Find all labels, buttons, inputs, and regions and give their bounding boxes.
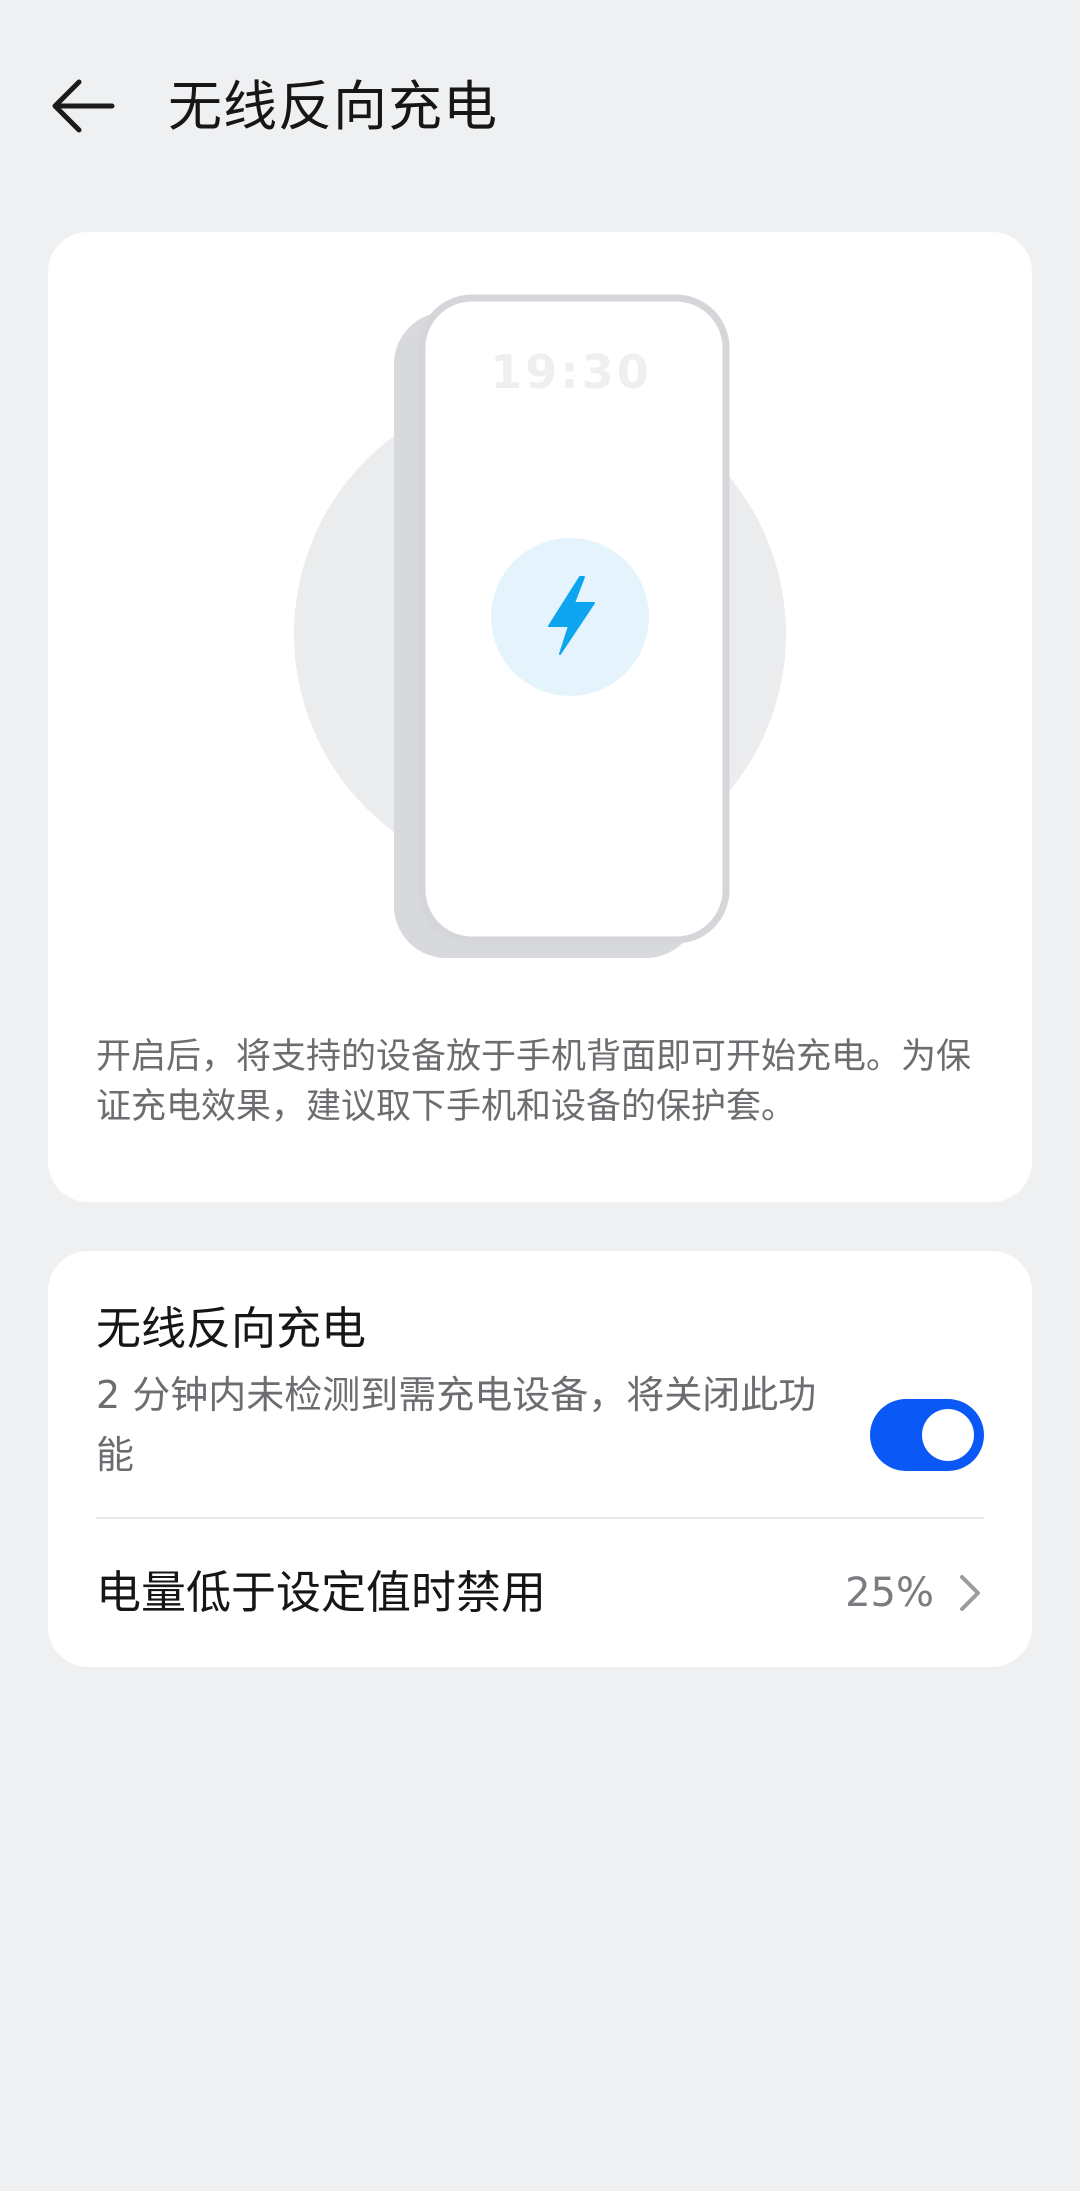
chevron-right-icon: [960, 1575, 980, 1611]
phone-clock: 19:30: [490, 345, 651, 399]
page-title: 无线反向充电: [168, 75, 498, 138]
illustration-card: 19:30 开启后，将支持的设备放于手机背面即可开始充电。为保证充电效果，建议取…: [48, 232, 1032, 1202]
back-button[interactable]: [38, 66, 128, 146]
settings-card: 无线反向充电 2 分钟内未检测到需充电设备，将关闭此功能 电量低于设定值时禁用 …: [48, 1251, 1032, 1667]
threshold-label: 电量低于设定值时禁用: [96, 1566, 547, 1619]
header: 无线反向充电: [0, 0, 1080, 215]
threshold-value: 25%: [845, 1570, 934, 1616]
reverse-charging-illustration: 19:30: [294, 294, 786, 958]
arrow-left-icon: [52, 79, 115, 133]
toggle-row-subtitle: 2 分钟内未检测到需充电设备，将关闭此功能: [96, 1373, 817, 1477]
toggle-row-title: 无线反向充电: [96, 1302, 367, 1355]
switch-knob: [922, 1409, 974, 1461]
battery-threshold-row[interactable]: 电量低于设定值时禁用 25%: [96, 1519, 984, 1667]
reverse-charging-toggle-row: 无线反向充电 2 分钟内未检测到需充电设备，将关闭此功能: [96, 1299, 984, 1499]
reverse-charging-switch[interactable]: [870, 1399, 984, 1471]
description-text: 开启后，将支持的设备放于手机背面即可开始充电。为保证充电效果，建议取下手机和设备…: [96, 1037, 972, 1127]
